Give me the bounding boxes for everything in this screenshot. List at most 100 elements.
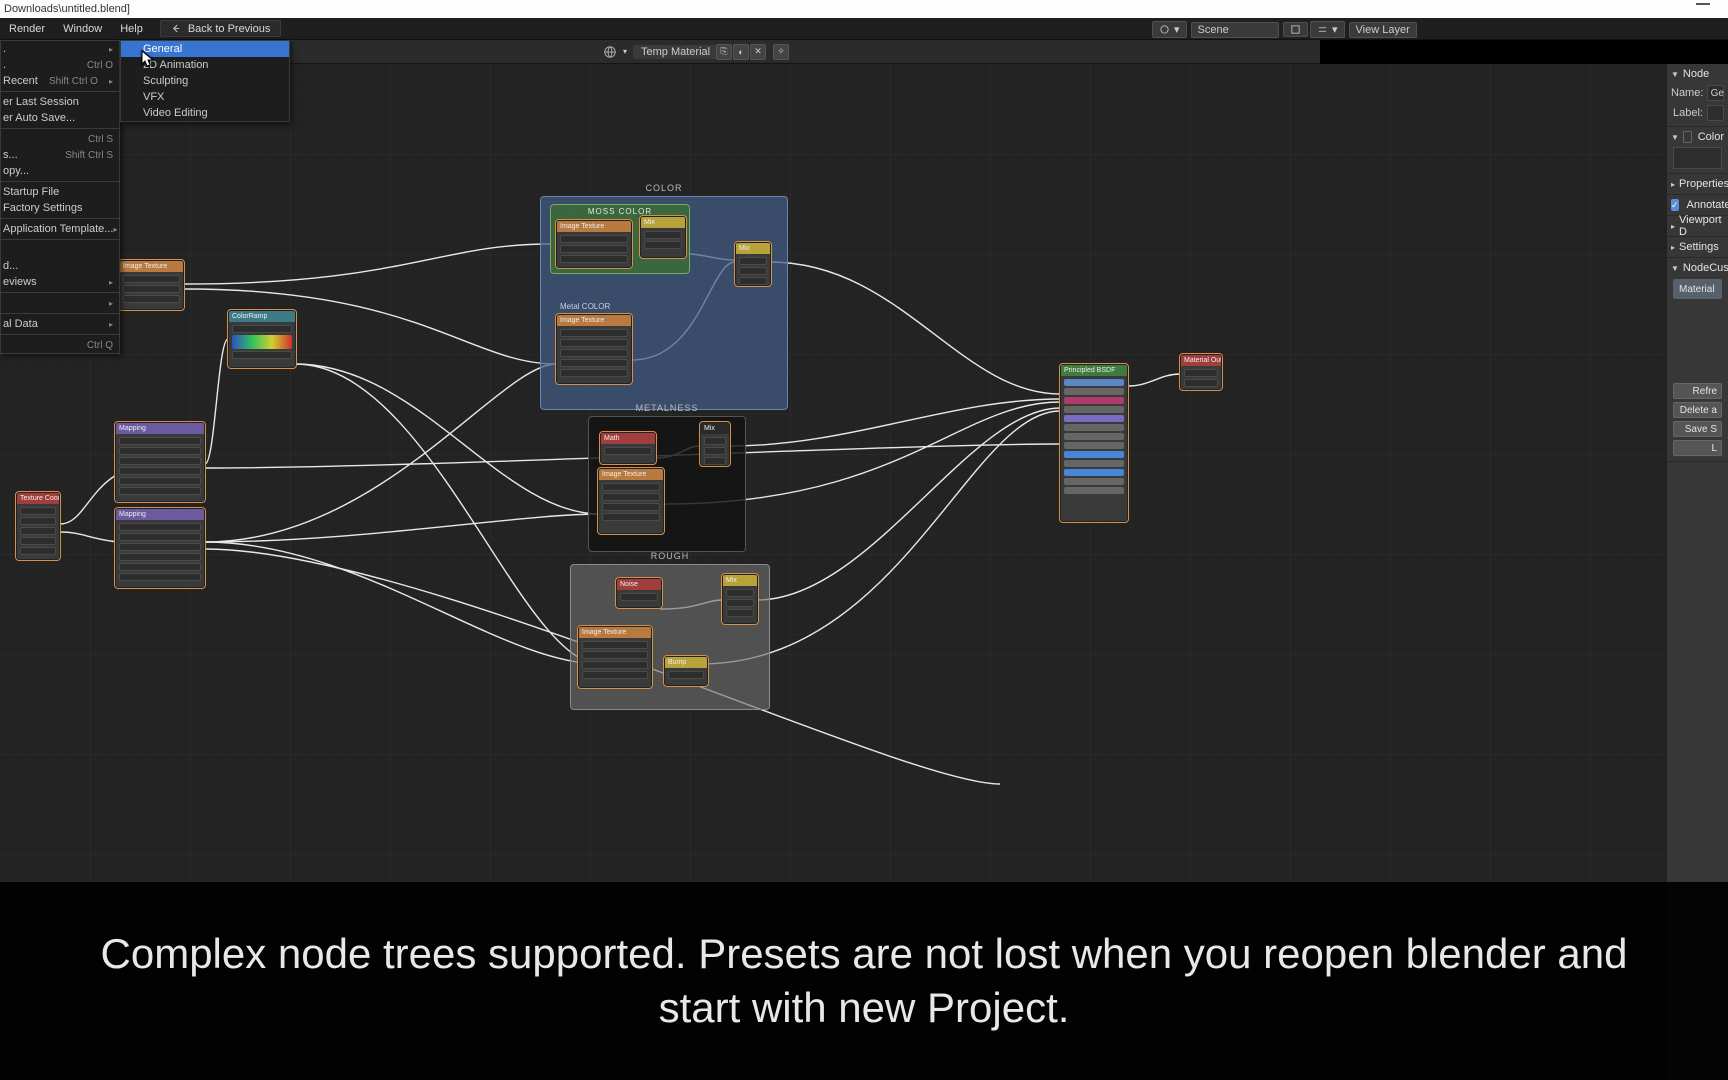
panel-viewport-header[interactable]: ▸Viewport D — [1671, 218, 1724, 234]
title-path: Downloads\untitled.blend] — [4, 3, 130, 15]
file-recover-autosave[interactable]: er Auto Save... — [1, 110, 119, 126]
node-header: Image Texture — [579, 627, 651, 638]
frame-title: COLOR — [541, 183, 787, 193]
scene-field[interactable]: Scene — [1191, 22, 1279, 38]
node-label-field[interactable]: Label: — [1671, 104, 1724, 122]
panel-color-header[interactable]: ▼Color — [1671, 129, 1724, 145]
colorramp-gradient[interactable] — [232, 335, 292, 349]
pin-button[interactable]: ⎘ — [716, 44, 732, 60]
node-moss-imgtex[interactable]: Image Texture — [556, 220, 632, 268]
panel-properties-header[interactable]: ▸Properties — [1671, 176, 1724, 192]
file-external-data[interactable]: al Data — [1, 316, 119, 332]
node-mapping-2[interactable]: Mapping — [115, 508, 205, 588]
node-texture-coordinate[interactable]: Texture Coord — [16, 492, 60, 560]
node-header: Math — [601, 433, 655, 444]
nodecustom-material-chip[interactable]: Material — [1673, 279, 1722, 299]
new-button[interactable]: ✧ — [773, 44, 789, 60]
node-header: Principled BSDF — [1061, 365, 1127, 376]
material-name[interactable]: Temp Material — [633, 45, 718, 59]
node-color-mix[interactable]: Mix — [735, 242, 771, 286]
annotate-checkbox[interactable]: ✓ — [1671, 199, 1679, 211]
node-metalness-imgtex[interactable]: Image Texture — [598, 468, 664, 534]
node-header: Mix — [723, 575, 757, 586]
file-quit[interactable]: Ctrl Q — [1, 337, 119, 353]
node-colorramp[interactable]: ColorRamp — [228, 310, 296, 368]
material-selector[interactable]: ▾ Temp Material — [603, 45, 718, 59]
node-material-output[interactable]: Material Output — [1180, 354, 1222, 390]
file-link[interactable] — [1, 242, 119, 258]
file-open[interactable]: .Ctrl O — [1, 57, 119, 73]
panel-annotate-header[interactable]: ✓Annotate — [1671, 197, 1724, 213]
node-rough-a[interactable]: Noise — [616, 578, 662, 608]
menu-help[interactable]: Help — [111, 18, 152, 39]
color-checkbox[interactable] — [1683, 131, 1692, 143]
node-header: Image Texture — [557, 315, 631, 326]
node-header: Noise — [617, 579, 661, 590]
node-color-swatch[interactable] — [1673, 147, 1722, 169]
submenu-sculpting[interactable]: Sculpting — [121, 73, 289, 89]
node-image-texture-1[interactable]: Image Texture — [119, 260, 184, 310]
file-app-template[interactable]: Application Template... — [1, 221, 119, 237]
node-header: Bump — [665, 657, 707, 668]
frame-title: ROUGH — [571, 551, 769, 561]
nodecustom-save-button[interactable]: Save S — [1673, 421, 1722, 437]
file-save-copy[interactable]: opy... — [1, 163, 119, 179]
panel-node-header[interactable]: ▼Node — [1671, 66, 1724, 82]
node-metalness-a[interactable]: Math — [600, 432, 656, 464]
material-buttons: ⎘ ◐ ✕ ✧ — [716, 44, 789, 60]
caption-text: Complex node trees supported. Presets ar… — [60, 927, 1668, 1035]
node-metal-imgtex[interactable]: Image Texture — [556, 314, 632, 384]
file-previews[interactable]: eviews — [1, 274, 119, 290]
node-rough-mix[interactable]: Mix — [722, 574, 758, 624]
node-mapping-1[interactable]: Mapping — [115, 422, 205, 502]
material-dropdown-icon: ▾ — [623, 47, 627, 56]
node-name-field[interactable]: Name:Ge — [1671, 84, 1724, 102]
fake-user-button[interactable]: ◐ — [733, 44, 749, 60]
node-header: Mix — [641, 217, 685, 228]
panel-settings-header[interactable]: ▸Settings — [1671, 239, 1724, 255]
node-rough-imgtex[interactable]: Image Texture — [578, 626, 652, 688]
node-header: Image Texture — [557, 221, 631, 232]
file-recover-session[interactable]: er Last Session — [1, 94, 119, 110]
file-save-startup[interactable]: Startup File — [1, 184, 119, 200]
panel-nodecustom-header[interactable]: ▼NodeCusto — [1671, 260, 1724, 276]
file-load-factory[interactable]: Factory Settings — [1, 200, 119, 216]
minimize-icon[interactable] — [1696, 3, 1710, 5]
file-import[interactable] — [1, 295, 119, 311]
back-to-previous-button[interactable]: Back to Previous — [160, 20, 282, 37]
node-header: Material Output — [1181, 355, 1221, 366]
frame-title: METALNESS — [589, 403, 745, 413]
node-principled-bsdf[interactable]: Principled BSDF — [1060, 364, 1128, 522]
node-moss-mix[interactable]: Mix — [640, 216, 686, 258]
viewlayer-icon[interactable]: ▾ — [1310, 21, 1345, 38]
viewlayer-label: View Layer — [1356, 24, 1410, 36]
render-engine-icon[interactable]: ▾ — [1152, 21, 1187, 38]
viewlayer-field[interactable]: View Layer — [1349, 22, 1417, 38]
menu-render[interactable]: Render — [0, 18, 54, 39]
scene-new-button[interactable] — [1283, 22, 1308, 37]
node-header: Image Texture — [120, 261, 183, 272]
back-icon — [171, 23, 182, 34]
submenu-video-editing[interactable]: Video Editing — [121, 105, 289, 121]
menu-window[interactable]: Window — [54, 18, 111, 39]
file-new[interactable]: . — [1, 41, 119, 57]
viewlayer-block: ▾ View Layer — [1310, 21, 1417, 38]
unlink-button[interactable]: ✕ — [750, 44, 766, 60]
node-rough-bump[interactable]: Bump — [664, 656, 708, 686]
scene-block: ▾ Scene — [1152, 21, 1308, 38]
file-menu-dropdown[interactable]: . .Ctrl O RecentShift Ctrl O er Last Ses… — [0, 40, 120, 354]
window-titlebar: Downloads\untitled.blend] — [0, 0, 1728, 18]
nodecustom-refresh-button[interactable]: Refre — [1673, 383, 1722, 399]
file-open-recent[interactable]: RecentShift Ctrl O — [1, 73, 119, 89]
node-header: Image Texture — [599, 469, 663, 480]
file-append[interactable]: d... — [1, 258, 119, 274]
file-save-as[interactable]: s...Shift Ctrl S — [1, 147, 119, 163]
node-metalness-mix[interactable]: Mix — [700, 422, 730, 466]
file-save[interactable]: Ctrl S — [1, 131, 119, 147]
mouse-cursor-icon — [141, 50, 155, 73]
submenu-vfx[interactable]: VFX — [121, 89, 289, 105]
node-header: Mix — [701, 423, 729, 434]
node-header: Mapping — [116, 423, 204, 434]
nodecustom-load-button[interactable]: L — [1673, 440, 1722, 456]
nodecustom-delete-button[interactable]: Delete a — [1673, 402, 1722, 418]
